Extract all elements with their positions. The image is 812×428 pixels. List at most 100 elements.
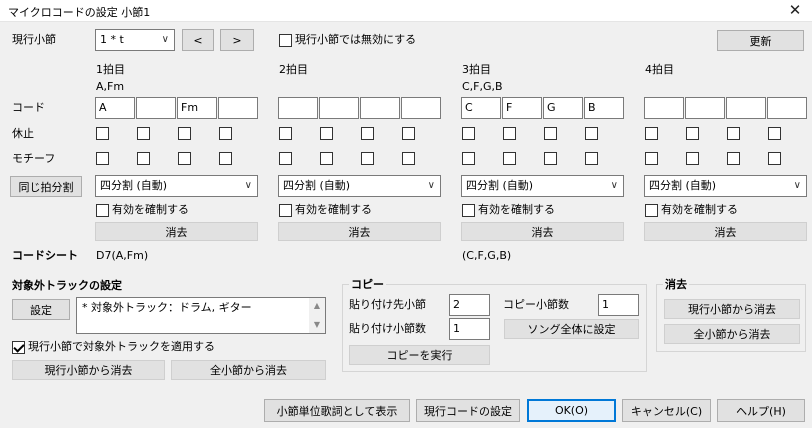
ok-button[interactable]: OK(O) (527, 399, 616, 422)
beat-4-chord-1[interactable] (644, 97, 684, 119)
beat-2-motif-1[interactable] (279, 152, 292, 165)
chevron-down-icon: ∨ (161, 34, 169, 45)
apply-excluded-checkbox[interactable] (12, 341, 25, 354)
paste-count-input[interactable]: 1 (449, 318, 490, 340)
excluded-clear-all-button[interactable]: 全小節から消去 (171, 360, 326, 380)
beat-3-chord-sheet: (C,F,G,B) (462, 249, 512, 262)
beat-2-label: 2拍目 (279, 63, 308, 76)
beat-3-label: 3拍目 (462, 63, 491, 76)
beat-1-chord-sheet: D7(A,Fm) (96, 249, 149, 262)
beat-4-rest-3[interactable] (727, 127, 740, 140)
erase-all-button[interactable]: 全小節から消去 (664, 324, 800, 344)
beat-1-rest-1[interactable] (96, 127, 109, 140)
beat-1-chord-4[interactable] (218, 97, 258, 119)
beat-4-motif-4[interactable] (768, 152, 781, 165)
next-measure-button[interactable]: > (220, 29, 254, 51)
help-button[interactable]: ヘルプ(H) (717, 399, 805, 422)
copy-count-input[interactable]: 1 (598, 294, 639, 316)
beat-1-chord-2[interactable] (136, 97, 176, 119)
excluded-clear-current-button[interactable]: 現行小節から消去 (12, 360, 165, 380)
paste-count-label: 貼り付け小節数 (349, 322, 426, 335)
beat-1-chord-3[interactable]: Fm (177, 97, 217, 119)
show-as-lyrics-button[interactable]: 小節単位歌詞として表示 (264, 399, 410, 422)
current-chord-settings-button[interactable]: 現行コードの設定 (416, 399, 520, 422)
beat-4-chord-3[interactable] (726, 97, 766, 119)
beat-2-chord-4[interactable] (401, 97, 441, 119)
beat-3-motif-2[interactable] (503, 152, 516, 165)
beat-1-motif-1[interactable] (96, 152, 109, 165)
beat-3-rest-3[interactable] (544, 127, 557, 140)
beat-1-rest-3[interactable] (178, 127, 191, 140)
beat-3-rest-4[interactable] (585, 127, 598, 140)
beat-3-chord-3[interactable]: G (543, 97, 583, 119)
measure-select[interactable]: 1 * t ∨ (95, 29, 175, 51)
beat-3-chord-1[interactable]: C (461, 97, 501, 119)
beat-2-rest-1[interactable] (279, 127, 292, 140)
disable-in-measure-checkbox[interactable] (279, 34, 292, 47)
excluded-tracks-title: 対象外トラックの設定 (12, 279, 122, 292)
beat-1-rest-4[interactable] (219, 127, 232, 140)
chevron-down-icon: ∨ (427, 180, 435, 191)
beat-3-rest-2[interactable] (503, 127, 516, 140)
beat-3-chord-2[interactable]: F (502, 97, 542, 119)
beat-2-clear-button[interactable]: 消去 (278, 222, 441, 241)
copy-title: コピー (349, 278, 386, 292)
beat-4-rest-1[interactable] (645, 127, 658, 140)
beat-2-chord-2[interactable] (319, 97, 359, 119)
beat-4-chord-4[interactable] (767, 97, 807, 119)
beat-1-rest-2[interactable] (137, 127, 150, 140)
beat-1-chord-1[interactable]: A (95, 97, 135, 119)
beat-2-rest-2[interactable] (320, 127, 333, 140)
beat-3-motif-3[interactable] (544, 152, 557, 165)
beat-2-rest-3[interactable] (361, 127, 374, 140)
scroll-up-icon[interactable]: ▲ (309, 298, 325, 314)
beat-1-motif-4[interactable] (219, 152, 232, 165)
beat-1-lock-checkbox[interactable] (96, 204, 109, 217)
beat-4-motif-1[interactable] (645, 152, 658, 165)
beat-1-motif-2[interactable] (137, 152, 150, 165)
excluded-settings-button[interactable]: 設定 (12, 299, 70, 320)
beat-1-division-select[interactable]: 四分割 (自動) ∨ (95, 175, 258, 197)
beat-2-motif-4[interactable] (402, 152, 415, 165)
excluded-tracks-scrollbar[interactable]: ▲ ▼ (309, 298, 325, 333)
beat-3-motif-1[interactable] (462, 152, 475, 165)
excluded-tracks-textarea[interactable]: * 対象外トラック：ドラム, ギター ▲ ▼ (76, 297, 326, 334)
beat-2-division-select[interactable]: 四分割 (自動) ∨ (278, 175, 441, 197)
scroll-down-icon[interactable]: ▼ (309, 317, 325, 333)
beat-4-division-select[interactable]: 四分割 (自動) ∨ (644, 175, 807, 197)
beat-2-rest-4[interactable] (402, 127, 415, 140)
beat-1-motif-3[interactable] (178, 152, 191, 165)
beat-3-clear-button[interactable]: 消去 (461, 222, 624, 241)
prev-measure-button[interactable]: < (182, 29, 214, 51)
run-copy-button[interactable]: コピーを実行 (349, 345, 490, 365)
beat-4-motif-2[interactable] (686, 152, 699, 165)
set-whole-song-button[interactable]: ソング全体に設定 (504, 319, 639, 339)
beat-3-division-select[interactable]: 四分割 (自動) ∨ (461, 175, 624, 197)
beat-2-lock-checkbox[interactable] (279, 204, 292, 217)
same-beat-division-button[interactable]: 同じ拍分割 (10, 176, 82, 197)
beat-4-lock-checkbox[interactable] (645, 204, 658, 217)
disable-in-measure-label: 現行小節では無効にする (295, 33, 417, 46)
beat-2-chord-1[interactable] (278, 97, 318, 119)
paste-to-input[interactable]: 2 (449, 294, 490, 316)
beat-1-clear-button[interactable]: 消去 (95, 222, 258, 241)
beat-3-motif-4[interactable] (585, 152, 598, 165)
close-icon[interactable]: ✕ (786, 1, 804, 19)
update-button[interactable]: 更新 (717, 30, 804, 51)
beat-4-chord-2[interactable] (685, 97, 725, 119)
beat-3-chord-4[interactable]: B (584, 97, 624, 119)
beat-4-label: 4拍目 (645, 63, 674, 76)
beat-2-chord-3[interactable] (360, 97, 400, 119)
cancel-button[interactable]: キャンセル(C) (622, 399, 711, 422)
beat-3-rest-1[interactable] (462, 127, 475, 140)
beat-2-motif-2[interactable] (320, 152, 333, 165)
beat-4-clear-button[interactable]: 消去 (644, 222, 807, 241)
beat-4-rest-2[interactable] (686, 127, 699, 140)
erase-current-button[interactable]: 現行小節から消去 (664, 299, 800, 319)
beat-4-motif-3[interactable] (727, 152, 740, 165)
beat-2-motif-3[interactable] (361, 152, 374, 165)
beat-3-lock-checkbox[interactable] (462, 204, 475, 217)
beat-4-rest-4[interactable] (768, 127, 781, 140)
title-bar: マイクロコードの設定 小節1 ✕ (0, 0, 812, 22)
chevron-down-icon: ∨ (793, 180, 801, 191)
